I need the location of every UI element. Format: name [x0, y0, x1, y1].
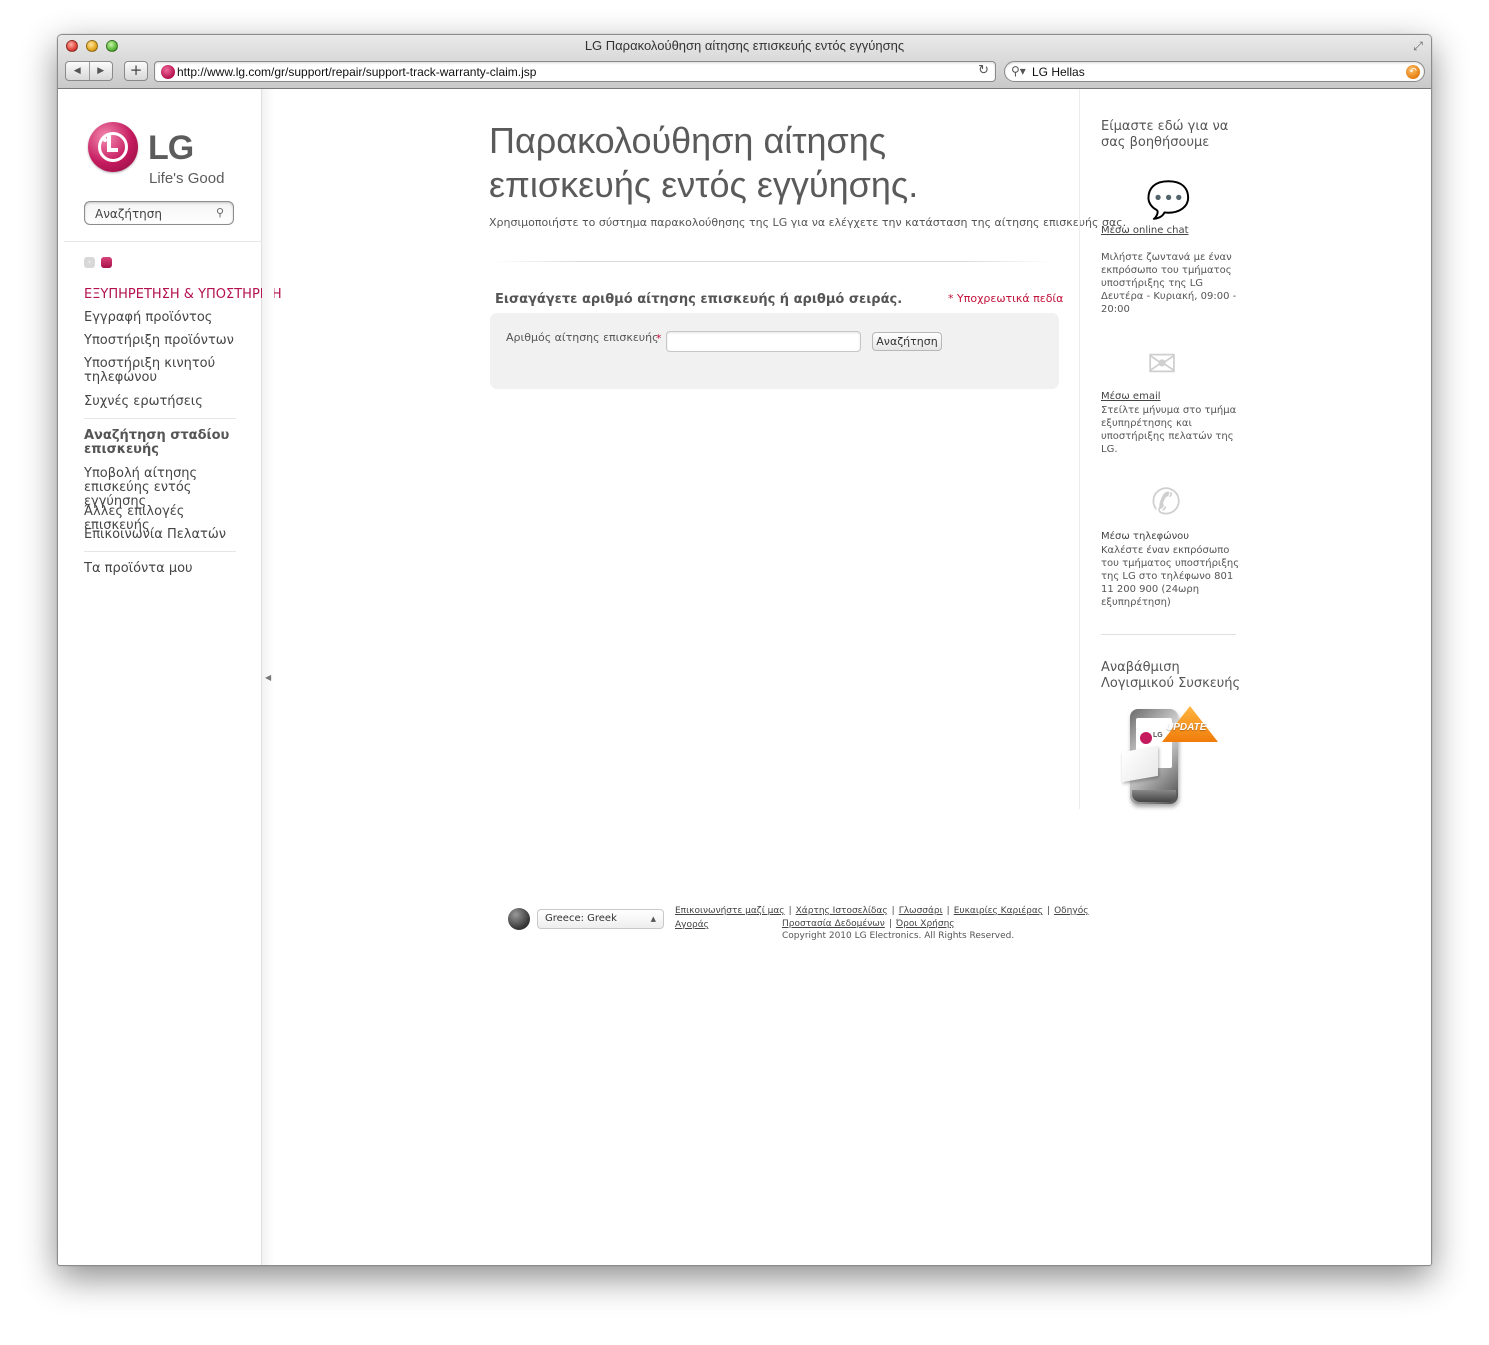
footer-links-row-2: Προστασία Δεδομένων | Όροι Χρήσης	[782, 919, 955, 929]
footer-link-careers[interactable]: Ευκαιρίες Καριέρας	[954, 906, 1043, 916]
sidebar-item-product-support[interactable]: Υποστήριξη προϊόντων	[84, 334, 254, 348]
fullscreen-icon[interactable]: ⤢	[1411, 39, 1425, 53]
phone-handset-icon: ✆	[1151, 482, 1182, 523]
sidebar-item-my-products[interactable]: Τα προϊόντα μου	[84, 562, 254, 576]
sidebar-item-faq[interactable]: Συχνές ερωτήσεις	[84, 395, 254, 409]
globe-icon	[508, 908, 530, 930]
sidebar-item-product-registration[interactable]: Εγγραφή προϊόντος	[84, 311, 254, 325]
sidebar-divider	[64, 241, 262, 242]
browser-titlebar: LG Παρακολούθηση αίτησης επισκευής εντός…	[58, 35, 1431, 89]
search-icon[interactable]: ⚲▾	[1011, 64, 1026, 78]
required-fields-note: * Υποχρεωτικά πεδία	[948, 292, 1064, 305]
logo-face-eye	[103, 138, 107, 142]
rail-divider	[1101, 634, 1236, 635]
window-title: LG Παρακολούθηση αίτησης επισκευής εντός…	[584, 38, 905, 53]
page-curl-graphic	[1122, 745, 1158, 783]
sidebar-item-warranty-claim[interactable]: Υποβολή αίτησης επισκεύης εντός εγγύησης	[84, 467, 254, 509]
browser-search-value[interactable]: LG Hellas	[1032, 65, 1085, 79]
envelope-icon[interactable]: ✉	[1147, 344, 1177, 385]
back-forward-group: ◀ ▶	[65, 61, 113, 81]
reload-icon[interactable]: ↻	[978, 63, 989, 78]
footer-separator: |	[888, 919, 892, 929]
logo-face-base	[107, 148, 118, 152]
footer-link-terms[interactable]: Όροι Χρήσης	[896, 919, 955, 929]
sidebar-divider	[84, 418, 236, 419]
phone-text: Καλέστε έναν εκπρόσωπο του τμήματος υποσ…	[1101, 545, 1240, 608]
collapse-sidebar-icon[interactable]: ◀	[265, 673, 271, 682]
lg-logo-mark-icon	[88, 122, 138, 172]
lg-favicon-icon	[161, 65, 175, 79]
country-language-select[interactable]: Greece: Greek ▲	[537, 909, 664, 929]
address-bar[interactable]: http://www.lg.com/gr/support/repair/supp…	[154, 61, 996, 82]
browser-search-field[interactable]: ⚲▾ LG Hellas ↶	[1004, 61, 1425, 82]
browser-window: LG Παρακολούθηση αίτησης επισκευής εντός…	[57, 34, 1432, 1266]
form-heading: Εισαγάγετε αριθμό αίτησης επισκευής ή αρ…	[495, 292, 903, 307]
logo-face-ring	[98, 132, 128, 162]
sidebar-item-customer-contact[interactable]: Επικοινωνία Πελατών	[84, 528, 254, 542]
phone-logo-text: LG	[1153, 732, 1163, 739]
sidebar-divider	[84, 551, 236, 552]
page-description: Χρησιμοποιήστε το σύστημα παρακολούθησης…	[489, 216, 1127, 229]
email-text: Στείλτε μήνυμα στο τμήμα εξυπηρέτησης κα…	[1101, 405, 1237, 455]
content-divider	[493, 261, 1053, 262]
logo-brand-text: LG	[148, 129, 194, 167]
back-arrow-icon: ◀	[73, 66, 81, 76]
search-icon[interactable]: ⚲	[216, 206, 224, 219]
footer-link-glossary[interactable]: Γλωσσάρι	[899, 906, 943, 916]
footer-copyright: Copyright 2010 LG Electronics. All Right…	[782, 931, 1015, 941]
online-chat-link[interactable]: Μέσω online chat	[1101, 225, 1189, 236]
lg-logo-mark-icon	[1140, 732, 1152, 744]
previous-page-icon[interactable]: ‹	[84, 257, 95, 268]
logo-tagline: Life's Good	[149, 170, 225, 187]
back-button[interactable]: ◀	[66, 62, 89, 80]
phone-base	[1132, 790, 1176, 802]
footer-link-contact[interactable]: Επικοινωνήστε μαζί μας	[675, 906, 785, 916]
help-rail-title: Είμαστε εδώ για να σας βοηθήσουμε	[1101, 119, 1229, 150]
current-page-indicator[interactable]	[101, 257, 112, 268]
help-rail: Είμαστε εδώ για να σας βοηθήσουμε 💬 Μέσω…	[1079, 89, 1254, 809]
footer-link-privacy[interactable]: Προστασία Δεδομένων	[782, 919, 885, 929]
dropdown-arrow-icon[interactable]: ▲	[651, 915, 656, 923]
plus-icon: +	[129, 61, 143, 79]
footer-link-sitemap[interactable]: Χάρτης Ιστοσελίδας	[796, 906, 888, 916]
sidebar-heading[interactable]: ΕΞΥΠΗΡΕΤΗΣΗ & ΥΠΟΣΤΗΡΙΞΗ	[84, 287, 282, 302]
software-update-title[interactable]: Αναβάθμιση Λογισμικού Συσκευής	[1101, 660, 1251, 692]
footer-separator: |	[788, 906, 792, 916]
footer-separator: |	[1047, 906, 1051, 916]
update-badge-text: UPDATE	[1166, 722, 1207, 733]
sidebar-search-field[interactable]: Αναζήτηση ⚲	[84, 201, 234, 225]
footer-separator: |	[891, 906, 895, 916]
software-update-banner[interactable]: LG UPDATE	[1120, 704, 1220, 809]
country-language-value[interactable]: Greece: Greek	[545, 913, 617, 924]
sidebar-item-repair-status[interactable]: Αναζήτηση σταδίου επισκευής	[84, 429, 254, 457]
address-bar-url[interactable]: http://www.lg.com/gr/support/repair/supp…	[177, 65, 536, 79]
online-chat-text: Μιλήστε ζωντανά με έναν εκπρόσωπο του τμ…	[1101, 252, 1237, 315]
email-link[interactable]: Μέσω email	[1101, 391, 1161, 402]
snapback-icon[interactable]: ↶	[1406, 65, 1420, 79]
forward-button[interactable]: ▶	[88, 62, 113, 80]
required-mark: *	[656, 332, 662, 345]
left-sidebar: LG Life's Good Αναζήτηση ⚲ ‹ ΕΞΥΠΗΡΕΤΗΣΗ…	[58, 89, 282, 1265]
search-form-panel: Αριθμός αίτησης επισκευής * Αναζήτηση	[490, 313, 1059, 389]
sidebar-search-input[interactable]: Αναζήτηση	[95, 207, 162, 221]
page-viewport: LG Life's Good Αναζήτηση ⚲ ‹ ΕΞΥΠΗΡΕΤΗΣΗ…	[58, 89, 1431, 1265]
repair-request-number-input[interactable]	[666, 331, 861, 352]
repair-request-number-label: Αριθμός αίτησης επισκευής	[506, 331, 659, 344]
sidebar-item-mobile-support[interactable]: Υποστήριξη κινητού τηλεφώνου	[84, 357, 254, 385]
forward-arrow-icon: ▶	[97, 66, 105, 76]
add-bookmark-button[interactable]: +	[124, 61, 148, 81]
footer-separator: |	[946, 906, 950, 916]
chat-bubble-icon[interactable]: 💬	[1146, 179, 1191, 221]
search-button[interactable]: Αναζήτηση	[872, 332, 942, 351]
page-title: Παρακολούθηση αίτησης επισκευής εντός εγ…	[489, 120, 919, 205]
phone-label: Μέσω τηλεφώνου	[1101, 531, 1190, 542]
